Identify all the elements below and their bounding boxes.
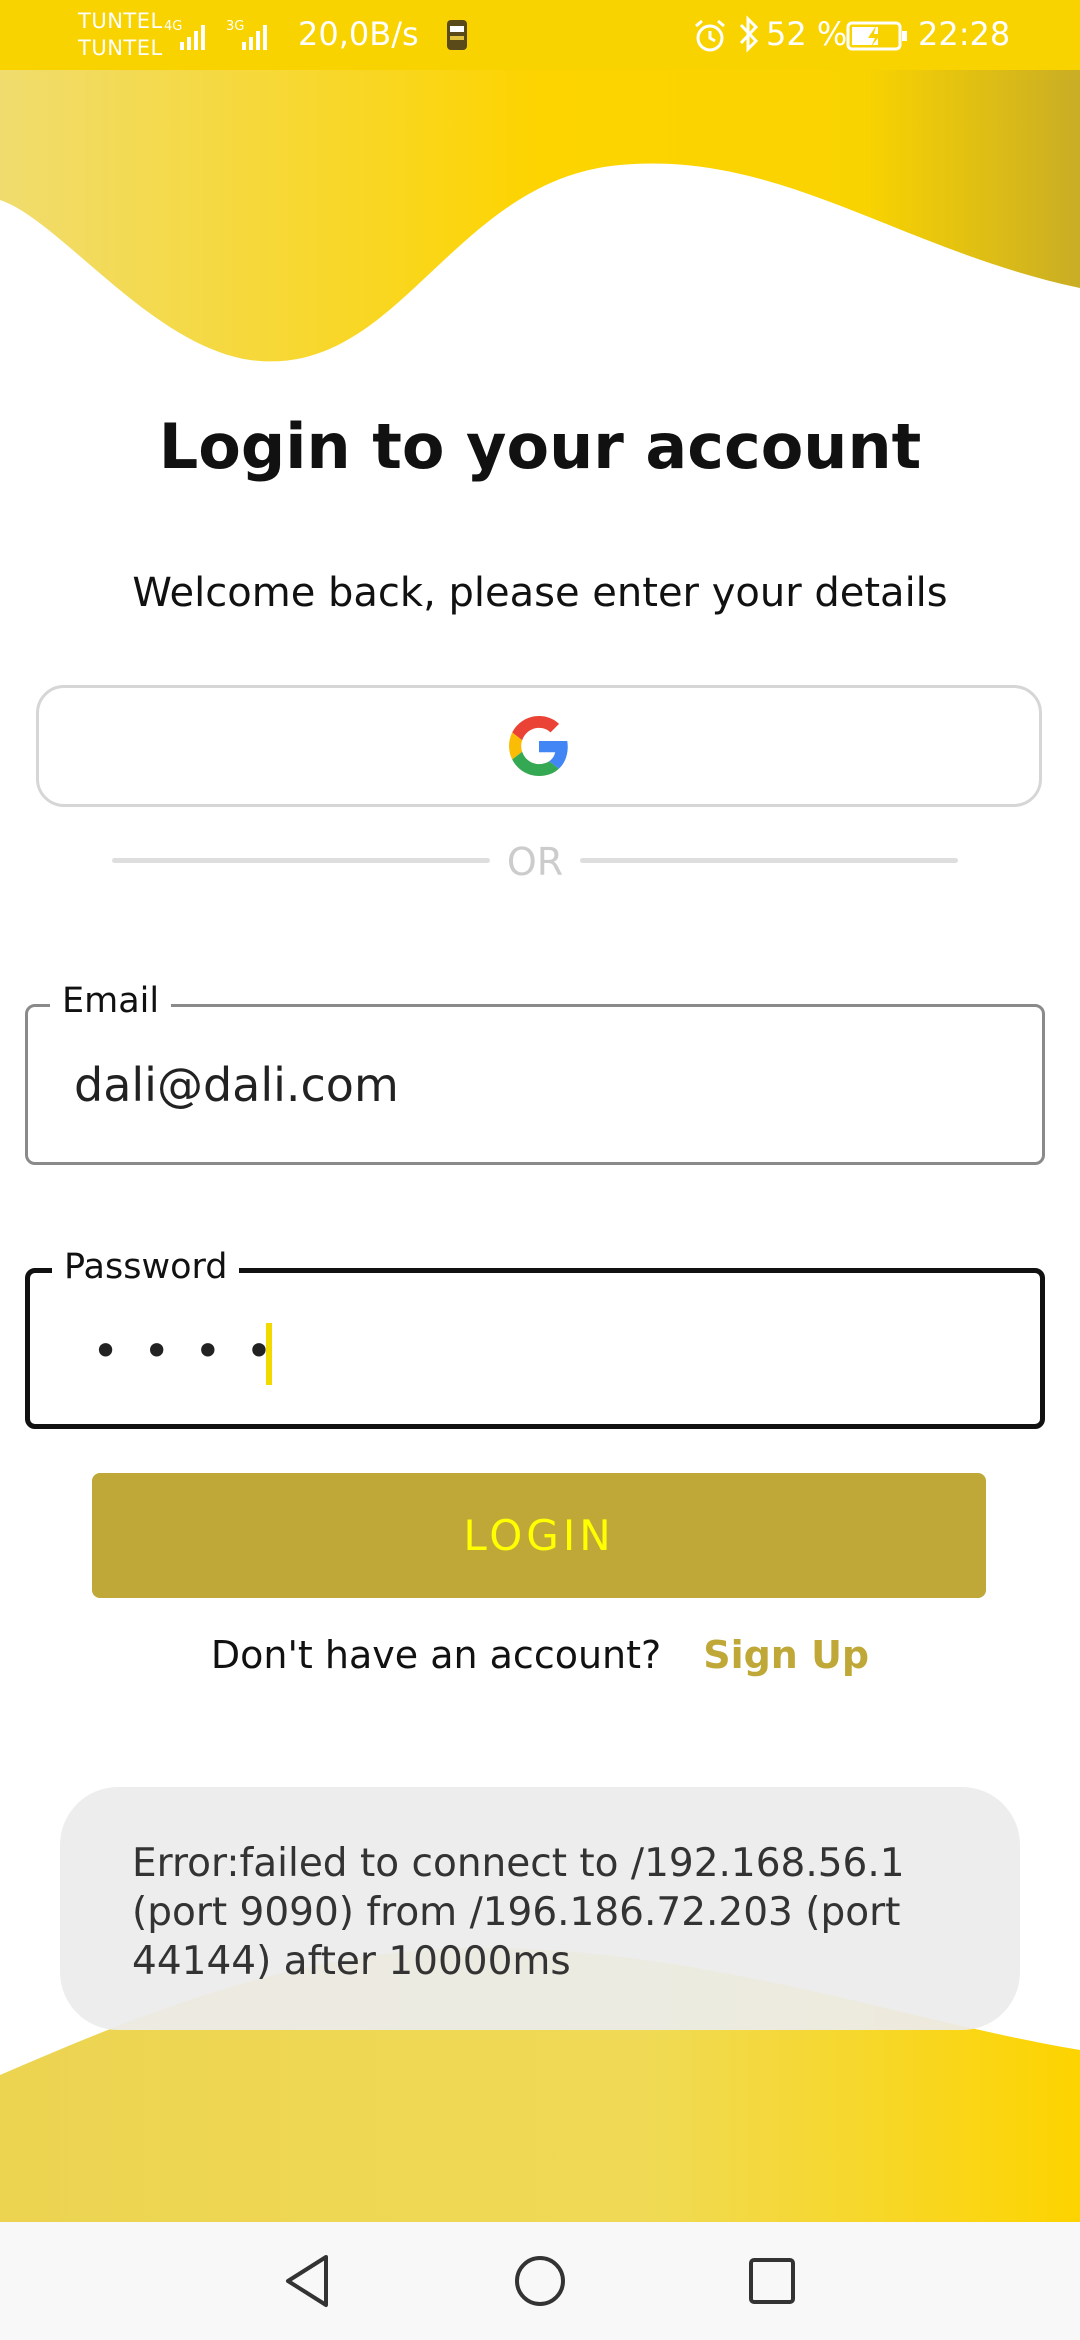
divider-or-text: OR (506, 840, 564, 884)
signup-link[interactable]: Sign Up (703, 1633, 869, 1677)
signal-icon: 4G (164, 19, 205, 50)
divider-right (580, 858, 958, 863)
google-sign-in-button[interactable] (36, 685, 1042, 807)
email-input-value[interactable]: dali@dali.com (74, 1057, 399, 1113)
clock: 22:28 (918, 15, 1011, 53)
top-wave-decoration (0, 70, 1080, 362)
email-label: Email (50, 979, 172, 1023)
back-icon[interactable] (280, 2252, 336, 2310)
signup-prompt: Don't have an account? (210, 1633, 662, 1677)
divider-left (112, 858, 490, 863)
error-toast: Error:failed to connect to /192.168.56.1… (60, 1787, 1020, 2030)
bluetooth-icon (739, 15, 759, 53)
password-label: Password (52, 1245, 240, 1289)
status-bar: TUNTEL TUNTEL 4G 3G 20,0B/s 52 % 22:28 (0, 0, 1080, 70)
text-cursor (266, 1323, 272, 1385)
password-field[interactable]: Password •••• (25, 1245, 1045, 1429)
navigation-bar (0, 2222, 1080, 2340)
signup-row: Don't have an account? Sign Up (0, 1633, 1080, 1677)
carrier-1: TUNTEL (78, 9, 163, 33)
carrier-2: TUNTEL (78, 36, 163, 60)
page-title: Login to your account (158, 410, 922, 483)
app-notification-icon (447, 20, 467, 50)
svg-text:3G: 3G (226, 19, 244, 34)
alarm-icon (695, 19, 725, 52)
home-icon[interactable] (512, 2252, 568, 2310)
svg-text:4G: 4G (164, 19, 182, 34)
carrier-names: TUNTEL TUNTEL (78, 8, 163, 62)
recents-icon[interactable] (744, 2252, 800, 2310)
email-field[interactable]: Email dali@dali.com (25, 979, 1045, 1165)
login-button[interactable]: LOGIN (92, 1473, 986, 1598)
page-subtitle: Welcome back, please enter your details (132, 570, 948, 616)
google-icon (509, 716, 568, 776)
battery-percent: 52 % (766, 15, 848, 53)
signal-icon: 3G (226, 19, 267, 50)
battery-charging-icon (846, 21, 907, 51)
net-speed: 20,0B/s (298, 15, 419, 53)
